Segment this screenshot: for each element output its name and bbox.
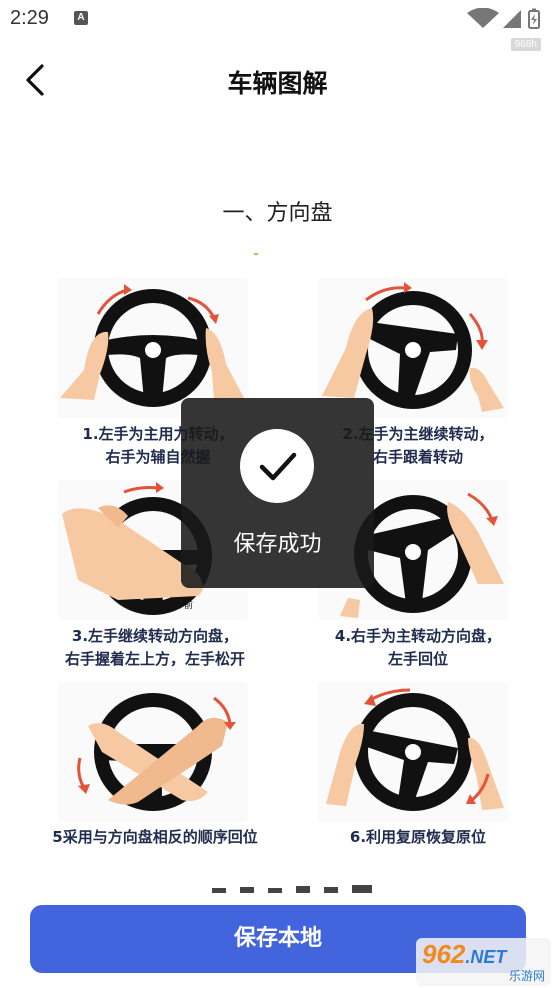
battery-icon bbox=[528, 8, 540, 29]
checkmark-icon bbox=[259, 452, 297, 481]
left-hand-icon bbox=[60, 331, 109, 400]
status-time: 2:29 bbox=[10, 7, 49, 29]
status-bar: 2:29 A bbox=[0, 0, 555, 40]
right-hand-icon bbox=[469, 367, 504, 412]
wifi-icon bbox=[467, 8, 499, 28]
step-5-caption: 5采用与方向盘相反的顺序回位 bbox=[52, 828, 258, 846]
status-icons bbox=[467, 8, 540, 29]
app-header: 车辆图解 bbox=[0, 50, 555, 114]
step-6-caption: 6.利用复原恢复原位 bbox=[349, 828, 487, 846]
logo-sub-text: 乐游网 bbox=[508, 969, 545, 983]
decorative-dot bbox=[254, 253, 258, 255]
logo-main-text: 962.NET bbox=[422, 939, 507, 969]
notification-a-icon: A bbox=[74, 11, 88, 25]
rotate-arrow-icon bbox=[467, 492, 494, 521]
section-heading: 一、方向盘 bbox=[222, 201, 333, 226]
signal-icon bbox=[503, 10, 521, 28]
left-hand-icon bbox=[340, 598, 360, 618]
step-4-caption: 4.右手为主转动方向盘， 左手回位 bbox=[334, 627, 502, 668]
step-1-illustration bbox=[58, 278, 248, 418]
rotate-arrow-icon bbox=[123, 486, 159, 494]
step-2-illustration bbox=[318, 278, 508, 418]
right-hand-icon bbox=[205, 328, 244, 400]
rotate-arrow-icon bbox=[468, 313, 484, 345]
step-6-illustration bbox=[318, 682, 508, 822]
steering-wheel-icon bbox=[94, 289, 212, 407]
cropped-text-fragment bbox=[212, 885, 372, 893]
steering-wheel-icon bbox=[354, 291, 472, 409]
rotate-arrow-icon bbox=[77, 757, 86, 789]
toast-check-circle bbox=[240, 429, 314, 503]
toast-message: 保存成功 bbox=[233, 532, 322, 557]
page-title: 车辆图解 bbox=[227, 69, 328, 98]
steering-wheel-icon bbox=[354, 693, 472, 811]
step-3-caption: 3.左手继续转动方向盘， 右手握着左上方，左手松开 bbox=[64, 627, 245, 668]
step-5-illustration bbox=[58, 682, 248, 822]
front-label: 前 bbox=[184, 599, 193, 611]
site-watermark-logo: 962.NET 乐游网 bbox=[416, 938, 551, 986]
success-toast: 保存成功 bbox=[181, 398, 374, 588]
